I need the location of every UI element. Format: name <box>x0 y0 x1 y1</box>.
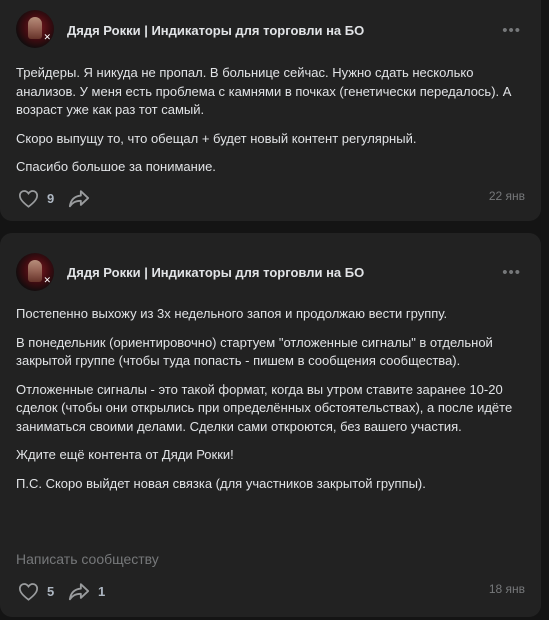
share-button[interactable]: 1 <box>68 579 105 603</box>
post-author[interactable]: Дядя Рокки | Индикаторы для торговли на … <box>67 23 364 38</box>
post-footer: 5 1 18 янв <box>16 579 525 603</box>
avatar[interactable]: ✕ <box>16 253 54 291</box>
share-count: 1 <box>98 583 106 599</box>
heart-icon <box>18 582 39 601</box>
comment-input[interactable]: Написать сообществу <box>16 551 159 567</box>
share-icon <box>68 582 90 601</box>
more-options-icon[interactable]: ••• <box>502 265 521 280</box>
heart-icon <box>18 189 39 208</box>
post-card: ✕ Дядя Рокки | Индикаторы для торговли н… <box>0 233 541 617</box>
post-date: 18 янв <box>488 582 525 596</box>
share-button[interactable] <box>68 186 90 210</box>
post-paragraph: Трейдеры. Я никуда не пропал. В больнице… <box>16 65 512 117</box>
post-paragraph: Скоро выпущу то, что обещал + будет новы… <box>16 130 417 146</box>
like-count: 9 <box>47 190 55 206</box>
post-card: ✕ Дядя Рокки | Индикаторы для торговли н… <box>0 0 541 221</box>
avatar-badge-icon: ✕ <box>43 275 51 285</box>
post-paragraph: Отложенные сигналы - это такой формат, к… <box>16 381 513 434</box>
more-options-icon[interactable]: ••• <box>502 23 521 38</box>
post-paragraph: Ждите ещё контента от Дяди Рокки! <box>16 447 234 462</box>
share-icon <box>68 189 90 208</box>
avatar-figure <box>28 260 42 282</box>
like-button[interactable]: 5 <box>18 579 54 603</box>
like-button[interactable]: 9 <box>18 186 54 210</box>
post-paragraph: Постепенно выхожу из 3х недельного запоя… <box>16 306 448 321</box>
post-paragraph: П.С. Скоро выйдет новая связка (для учас… <box>16 475 426 491</box>
post-date: 22 янв <box>488 189 525 203</box>
avatar-badge-icon: ✕ <box>43 32 51 42</box>
post-author[interactable]: Дядя Рокки | Индикаторы для торговли на … <box>67 265 364 280</box>
post-text: Постепенно выхожу из 3х недельного запоя… <box>16 305 516 503</box>
avatar[interactable]: ✕ <box>16 10 54 48</box>
post-paragraph: Спасибо большое за понимание. <box>16 159 216 174</box>
post-footer: 9 22 янв <box>16 186 525 210</box>
post-text: Трейдеры. Я никуда не пропал. В больнице… <box>16 64 516 187</box>
like-count: 5 <box>47 583 55 599</box>
post-paragraph: В понедельник (ориентировочно) стартуем … <box>16 334 493 369</box>
avatar-figure <box>28 17 42 39</box>
